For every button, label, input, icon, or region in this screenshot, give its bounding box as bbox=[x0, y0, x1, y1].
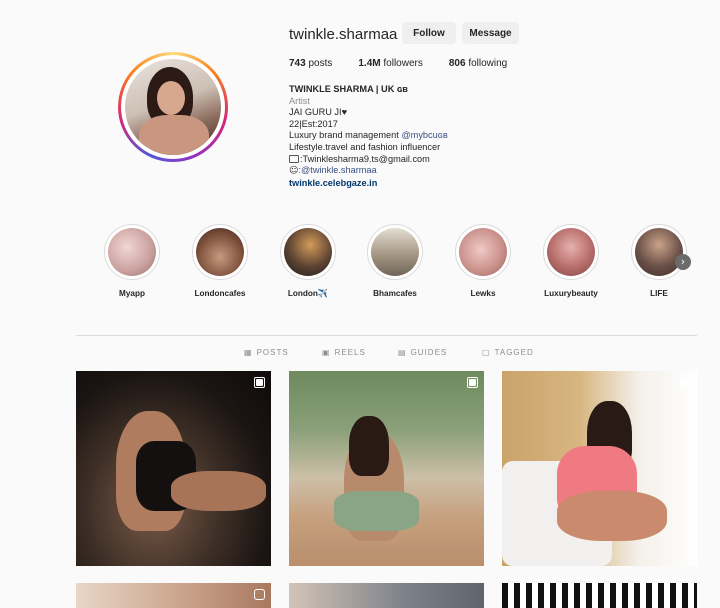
post-thumbnail[interactable] bbox=[289, 583, 484, 608]
tab-posts[interactable]: ▦ POSTS bbox=[244, 348, 289, 357]
highlight-cover bbox=[459, 228, 507, 276]
carousel-icon bbox=[680, 377, 691, 388]
person-icon: ☺ bbox=[289, 166, 299, 177]
highlight-label: Bhamcafes bbox=[373, 289, 417, 298]
follow-button[interactable]: Follow bbox=[402, 22, 456, 44]
bio-email-line: :Twinklesharma9.ts@gmail.com bbox=[289, 154, 589, 166]
carousel-icon bbox=[254, 377, 265, 388]
profile-stats: 743 posts 1.4M followers 806 following bbox=[289, 58, 507, 69]
highlight-luxurybeauty[interactable]: Luxurybeauty bbox=[539, 224, 603, 298]
followers-stat[interactable]: 1.4M followers bbox=[358, 58, 422, 69]
reels-icon bbox=[254, 589, 265, 600]
tabs-divider bbox=[76, 335, 697, 336]
bio-website-link[interactable]: twinkle.celebgaze.in bbox=[289, 178, 589, 190]
tagged-icon: ▢ bbox=[482, 348, 491, 357]
bio-line: Lifestyle.travel and fashion influencer bbox=[289, 141, 441, 152]
highlight-lewks[interactable]: Lewks bbox=[451, 224, 515, 298]
bio-line: 22|Est:2017 bbox=[289, 118, 338, 129]
bio-handle-line: ☺:@twinkle.sharmaa bbox=[289, 165, 377, 177]
highlight-label: London✈️ bbox=[287, 289, 329, 298]
posts-grid bbox=[76, 371, 697, 608]
profile-username: twinkle.sharmaa bbox=[289, 26, 398, 43]
email-icon bbox=[289, 154, 299, 163]
carousel-icon bbox=[467, 377, 478, 388]
tab-reels[interactable]: ▣ REELS bbox=[322, 348, 366, 357]
highlight-label: Myapp bbox=[119, 289, 145, 298]
following-stat[interactable]: 806 following bbox=[449, 58, 507, 69]
message-button[interactable]: Message bbox=[462, 22, 519, 44]
bio-line: JAI GURU JI♥ bbox=[289, 107, 348, 118]
story-highlights: Myapp Londoncafes London✈️ Bhamcafes Lew… bbox=[100, 224, 700, 304]
posts-stat: 743 posts bbox=[289, 58, 333, 69]
avatar bbox=[125, 59, 221, 155]
chevron-right-icon[interactable]: › bbox=[675, 254, 691, 270]
highlight-cover bbox=[547, 228, 595, 276]
highlight-cover bbox=[108, 228, 156, 276]
highlight-label: Lewks bbox=[470, 289, 496, 298]
highlight-label: LIFE bbox=[650, 289, 668, 298]
highlight-londoncafes[interactable]: Londoncafes bbox=[188, 224, 252, 298]
bio-category: Artist bbox=[289, 95, 310, 106]
tab-guides[interactable]: ▤ GUIDES bbox=[398, 348, 447, 357]
highlight-label: Londoncafes bbox=[194, 289, 246, 298]
highlight-label: Luxurybeauty bbox=[544, 289, 598, 298]
profile-header: twinkle.sharmaa Follow Message 743 posts… bbox=[0, 0, 720, 210]
post-thumbnail[interactable] bbox=[289, 371, 484, 566]
bio-line: Luxury brand management @mybcuɢʙ bbox=[289, 130, 448, 141]
highlight-cover bbox=[371, 228, 419, 276]
post-thumbnail[interactable] bbox=[502, 583, 697, 608]
post-thumbnail[interactable] bbox=[76, 583, 271, 608]
profile-avatar-ring[interactable] bbox=[118, 52, 228, 162]
post-thumbnail[interactable] bbox=[76, 371, 271, 566]
post-thumbnail[interactable] bbox=[502, 371, 697, 566]
highlight-cover bbox=[196, 228, 244, 276]
profile-bio: TWINKLE SHARMA | UK ɢʙ Artist JAI GURU J… bbox=[289, 84, 589, 189]
tab-tagged[interactable]: ▢ TAGGED bbox=[482, 348, 534, 357]
guides-icon: ▤ bbox=[398, 348, 407, 357]
highlight-myapp[interactable]: Myapp bbox=[100, 224, 164, 298]
bio-full-name: TWINKLE SHARMA | UK ɢʙ bbox=[289, 84, 408, 94]
reels-icon: ▣ bbox=[322, 348, 331, 357]
highlight-bhamcafes[interactable]: Bhamcafes bbox=[363, 224, 427, 298]
highlight-cover bbox=[284, 228, 332, 276]
profile-tabs: ▦ POSTS ▣ REELS ▤ GUIDES ▢ TAGGED bbox=[76, 345, 697, 361]
highlight-london[interactable]: London✈️ bbox=[276, 224, 340, 299]
highlight-cover bbox=[635, 228, 683, 276]
bio-mention-link[interactable]: @mybcuɢʙ bbox=[401, 130, 447, 140]
grid-icon: ▦ bbox=[244, 348, 253, 357]
